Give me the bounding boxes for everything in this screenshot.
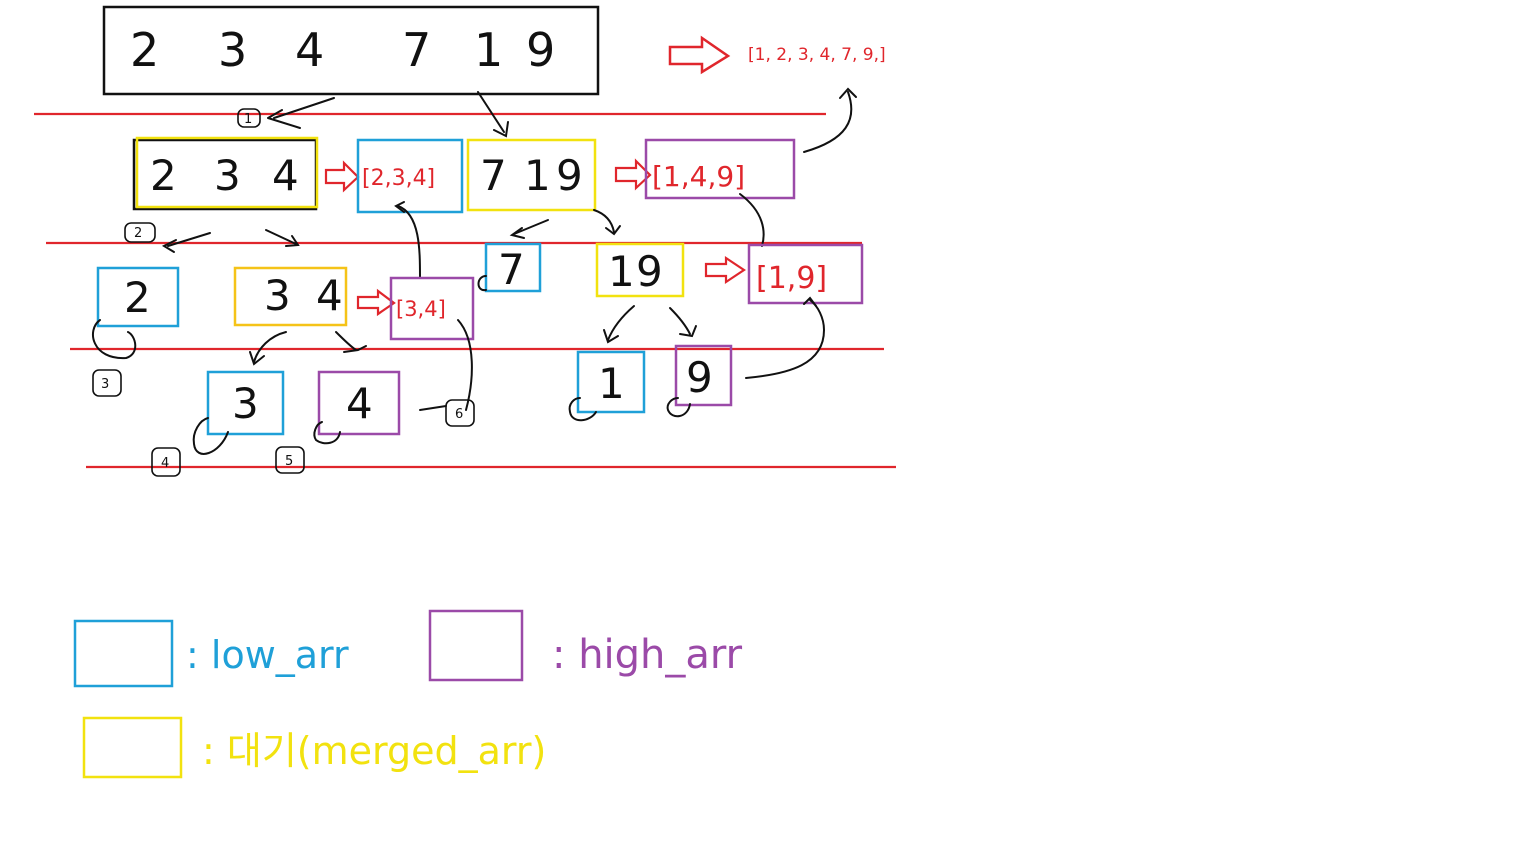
step-number-icon: 4: [151, 447, 181, 477]
svg-text:4: 4: [161, 456, 169, 471]
svg-text:1: 1: [244, 112, 252, 127]
red-hollow-arrow-icon: [668, 35, 731, 75]
l1-left-value-3: 4: [272, 151, 299, 200]
merge-sort-diagram: 2 3 4 7 1 9 [1, 2, 3, 4, 7, 9,] 1 2 3 4 …: [34, 5, 896, 779]
l3-b-value: 4: [346, 379, 373, 428]
top-value-5: 1: [474, 23, 503, 77]
l1-right-merged-text: [1,4,9]: [652, 160, 745, 193]
legend-high-swatch: [428, 609, 524, 682]
input-array-box: [102, 5, 600, 96]
svg-text:6: 6: [455, 407, 463, 422]
l1-left-value-2: 3: [214, 151, 241, 200]
legend-merged-label: : 대기(merged_arr): [202, 729, 546, 773]
l1-left-merged-text: [2,3,4]: [362, 166, 435, 191]
merge-up-arrow-icon: [739, 193, 765, 247]
red-hollow-arrow-icon: [356, 288, 396, 317]
connector-line: [419, 405, 447, 411]
split-arrow-icon: [593, 209, 615, 233]
l2-d-merged-text: [1,9]: [756, 261, 827, 296]
arrowhead-icon: [267, 109, 301, 129]
legend-low-label: : low_arr: [186, 633, 349, 677]
l2-d-value-2: 9: [636, 247, 663, 296]
legend-high-label: : high_arr: [552, 632, 743, 678]
step-number-icon: 2: [124, 222, 156, 243]
svg-text:3: 3: [101, 377, 109, 392]
self-return-arrow-icon: [568, 397, 597, 422]
merge-up-arrow-icon: [457, 319, 473, 411]
l2-b-merged-text: [3,4]: [396, 297, 446, 321]
top-value-4: 7: [402, 23, 431, 77]
l2-b-value-2: 4: [316, 271, 343, 320]
top-value-6: 9: [526, 23, 555, 77]
legend-low-swatch: [73, 619, 174, 688]
l1-right-value-2: 1: [524, 151, 551, 200]
l1-left-value-1: 2: [150, 151, 177, 200]
top-value-2: 3: [218, 23, 247, 77]
split-arrow-icon: [513, 219, 549, 235]
l2-c-value: 7: [498, 245, 525, 294]
svg-text:2: 2: [134, 226, 142, 241]
l3-d-value: 9: [686, 353, 713, 402]
merge-up-arrow-icon: [745, 299, 826, 379]
split-arrow-icon: [335, 331, 357, 351]
split-arrow-icon: [253, 331, 287, 363]
top-value-1: 2: [130, 23, 159, 77]
step-number-icon: 6: [445, 399, 475, 427]
final-result-text: [1, 2, 3, 4, 7, 9,]: [748, 45, 886, 65]
self-return-arrow-icon: [192, 417, 229, 455]
step-number-icon: 3: [92, 369, 122, 397]
l2-b-value-1: 3: [264, 271, 291, 320]
top-value-3: 4: [295, 23, 324, 77]
l3-a-value: 3: [232, 379, 259, 428]
step-number-icon: 1: [237, 108, 261, 128]
split-arrow-icon: [607, 305, 635, 341]
return-arrow-icon: [803, 91, 853, 153]
legend-merged-swatch: [82, 716, 183, 779]
red-hollow-arrow-icon: [324, 160, 360, 193]
l3-c-value: 1: [598, 359, 625, 408]
l2-a-value: 2: [124, 273, 151, 322]
l1-right-value-3: 9: [556, 151, 583, 200]
split-arrow-right-icon: [477, 91, 505, 133]
split-arrow-icon: [669, 307, 691, 335]
l1-right-value-1: 7: [480, 151, 507, 200]
step-number-icon: 5: [275, 446, 305, 474]
l2-d-value-1: 1: [608, 247, 635, 296]
red-hollow-arrow-icon: [704, 255, 746, 285]
svg-text:5: 5: [285, 454, 293, 469]
